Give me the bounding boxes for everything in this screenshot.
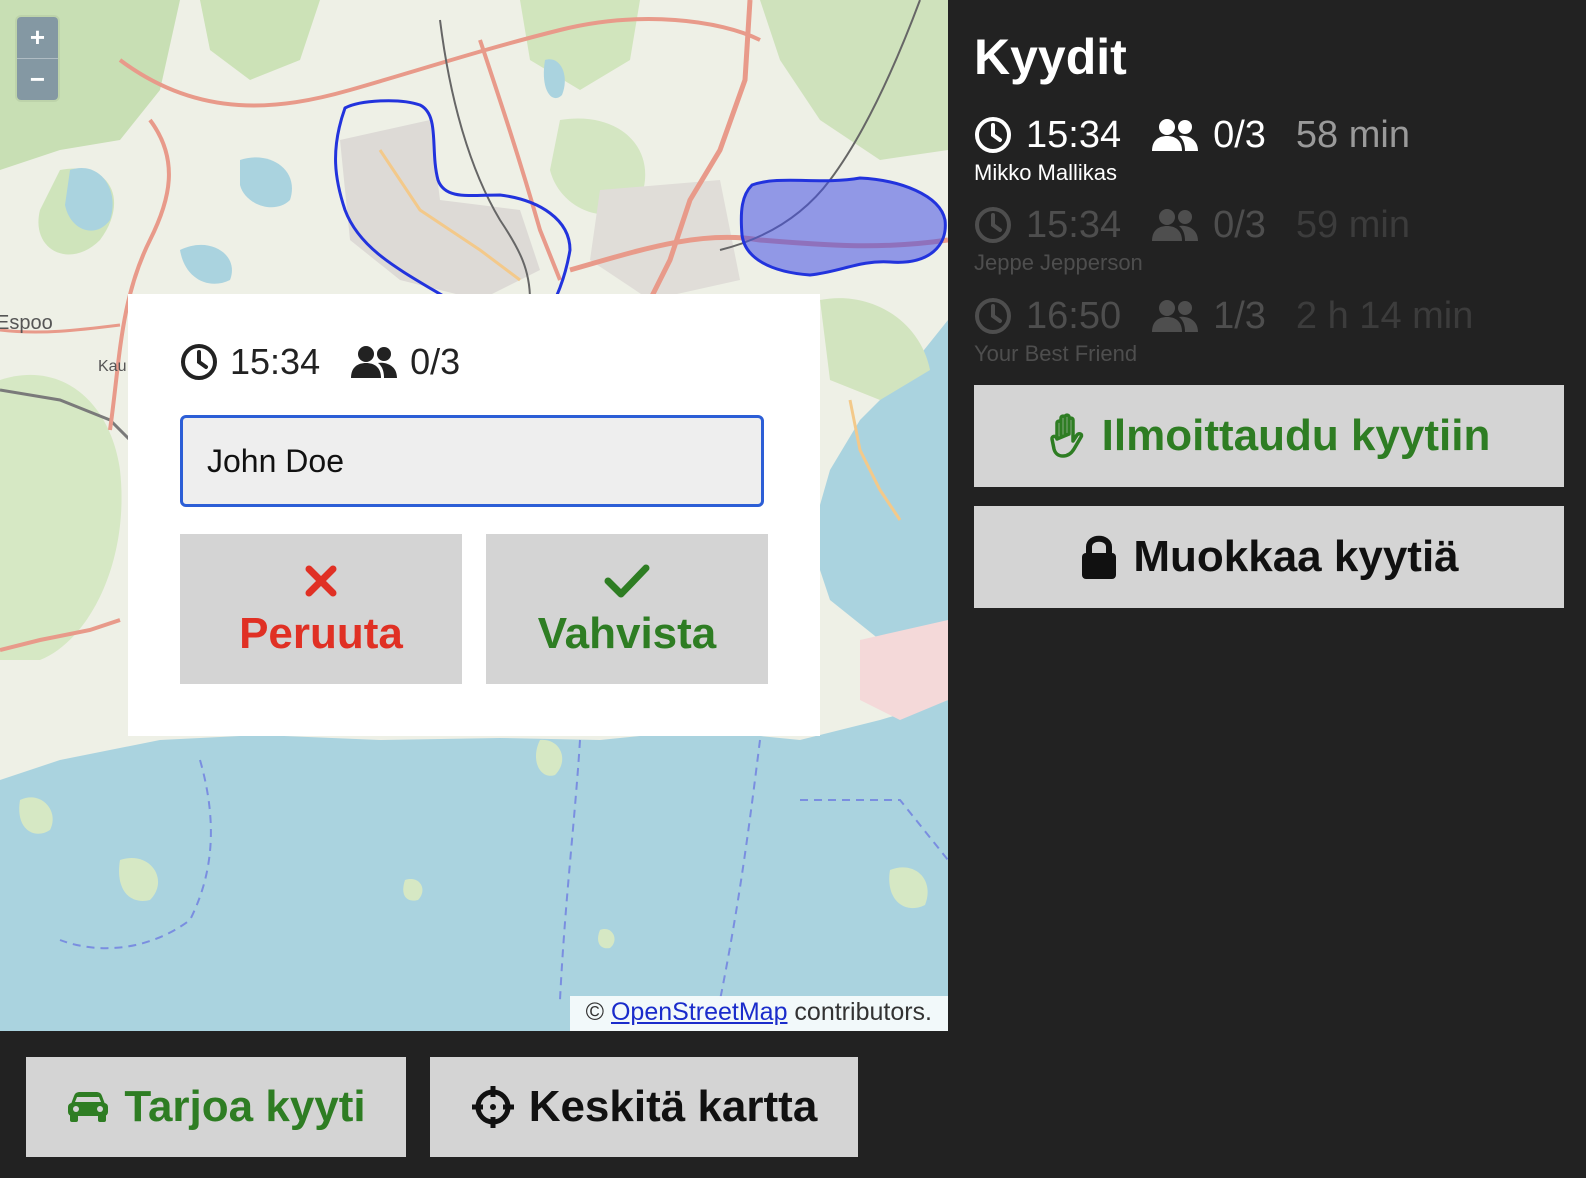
confirm-button[interactable]: Vahvista [486,534,768,684]
clock-icon [974,297,1012,335]
place-label-espoo: Espoo [0,312,53,334]
ride-duration: 59 min [1295,203,1410,246]
offer-ride-label: Tarjoa kyyti [124,1082,366,1131]
map-attribution: © OpenStreetMap contributors. [569,996,948,1031]
cancel-label: Peruuta [239,609,403,658]
clock-icon [974,206,1012,244]
clock-icon [180,343,218,381]
ride-item-0[interactable]: 15:34 0/3 58 min Mikko Mallikas [974,112,1410,186]
attribution-suffix: contributors. [787,998,932,1026]
join-ride-label: Ilmoittaudu kyytiin [1101,411,1491,460]
popup-time: 15:34 [230,341,321,382]
ride-time: 15:34 [1026,203,1122,246]
place-label-kau: Kau [98,358,127,375]
map[interactable]: Espoo Kau + − © OpenStreetMap contributo… [0,0,948,1031]
join-ride-popup: 15:34 0/3 Peruuta Vahvista [128,294,820,736]
ride-driver: Jeppe Jepperson [974,250,1143,275]
ride-item-1[interactable]: 15:34 0/3 59 min Jeppe Jepperson [974,202,1410,276]
ride-time: 16:50 [1026,294,1122,337]
ride-time: 15:34 [1026,113,1122,156]
rides-sidebar: Kyydit 15:34 0/3 58 min Mikko Mallikas 1… [948,0,1586,1178]
page-title: Kyydit [974,29,1127,85]
center-map-button[interactable]: Keskitä kartta [430,1057,858,1157]
confirm-label: Vahvista [537,609,717,658]
x-icon [304,559,338,603]
join-ride-button[interactable]: Ilmoittaudu kyytiin [974,385,1564,487]
zoom-out-button[interactable]: − [17,58,58,100]
cancel-button[interactable]: Peruuta [180,534,462,684]
zoom-in-button[interactable]: + [17,17,58,58]
ride-driver: Mikko Mallikas [974,160,1118,185]
clock-icon [974,116,1012,154]
offer-ride-button[interactable]: Tarjoa kyyti [26,1057,406,1157]
popup-ride-info: 15:34 0/3 [180,341,461,382]
users-icon [1151,118,1199,152]
users-icon [1151,299,1199,333]
edit-ride-button[interactable]: Muokkaa kyytiä [974,506,1564,608]
users-icon [350,345,398,379]
crosshair-icon [471,1085,515,1129]
ride-seats: 0/3 [1213,113,1266,156]
lock-icon [1079,534,1119,580]
ride-seats: 1/3 [1213,294,1266,337]
ride-duration: 2 h 14 min [1295,294,1474,337]
check-icon [604,559,650,603]
popup-seats: 0/3 [410,341,461,382]
ride-seats: 0/3 [1213,203,1266,246]
ride-driver: Your Best Friend [974,341,1138,366]
attribution-prefix: © [585,998,611,1026]
hand-icon [1048,413,1088,459]
edit-ride-label: Muokkaa kyytiä [1133,532,1459,581]
users-icon [1151,208,1199,242]
openstreetmap-link[interactable]: OpenStreetMap [611,998,788,1026]
zoom-control: + − [17,17,58,100]
car-icon [66,1090,110,1124]
name-input[interactable] [180,415,764,507]
center-map-label: Keskitä kartta [528,1082,818,1131]
ride-item-2[interactable]: 16:50 1/3 2 h 14 min Your Best Friend [974,293,1473,367]
ride-duration: 58 min [1295,113,1410,156]
